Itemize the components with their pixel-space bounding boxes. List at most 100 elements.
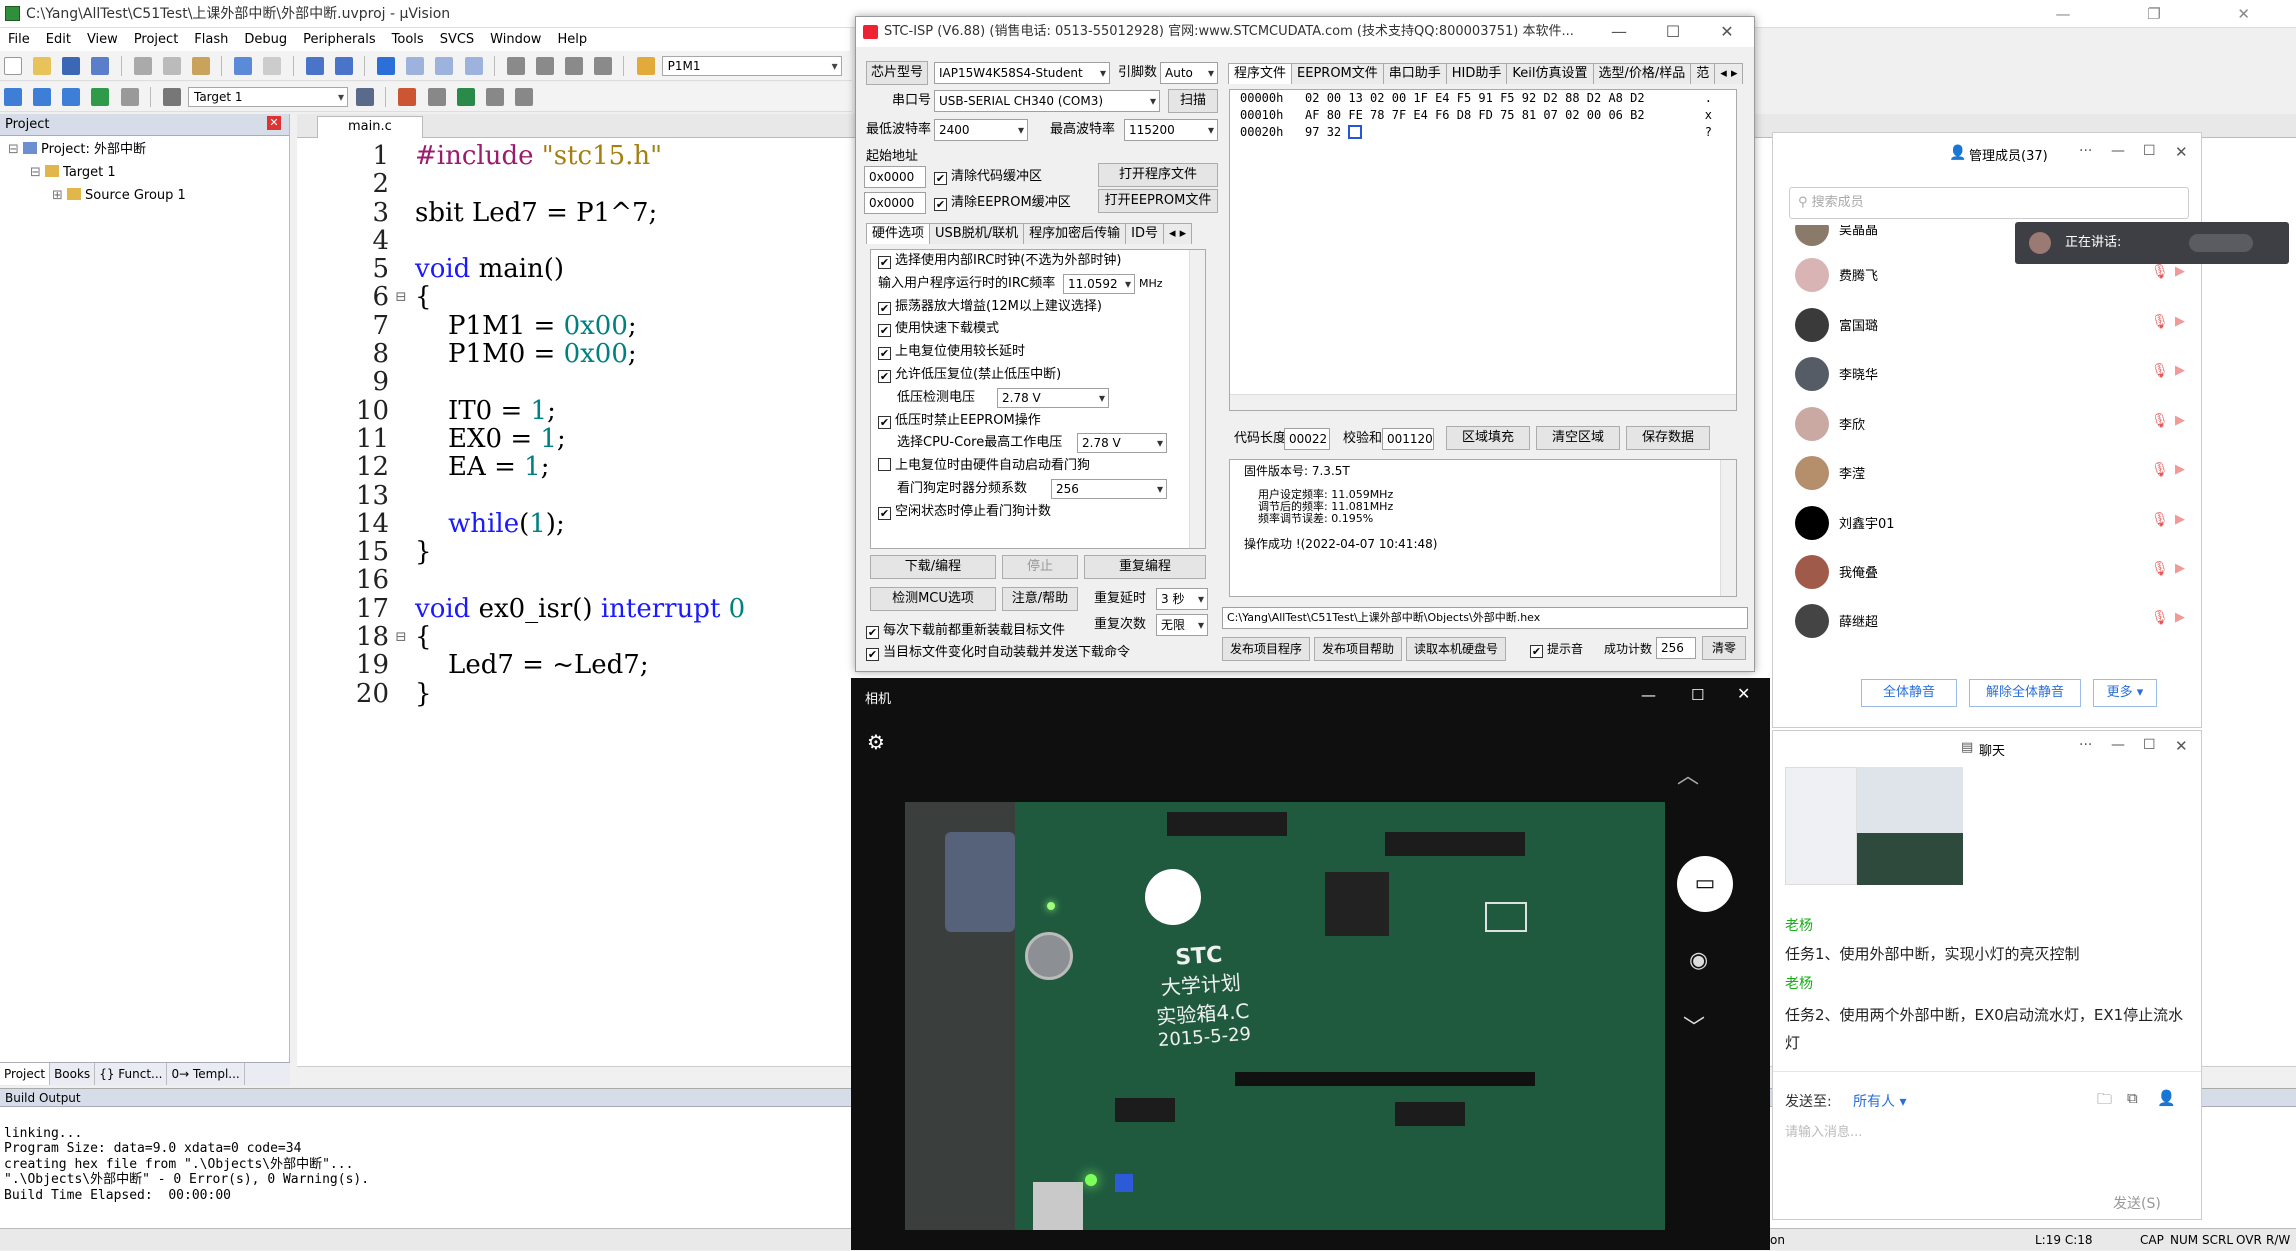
tab-templates[interactable]: 0→ Templ...	[167, 1063, 245, 1085]
tree-source-group[interactable]: ⊞ Source Group 1	[0, 184, 289, 207]
hw-option-row[interactable]: ✔ 空闲状态时停止看门狗计数	[871, 501, 1205, 524]
camera-off-icon[interactable]: ▶	[2175, 561, 2185, 576]
stop-button[interactable]: 停止	[1002, 555, 1078, 579]
checkbox-icon[interactable]: ✔	[878, 301, 891, 315]
chat-screenshot-thumb[interactable]	[1785, 767, 1857, 885]
build-icon[interactable]	[33, 88, 52, 106]
menu-project[interactable]: Project	[126, 28, 186, 51]
maximize-icon[interactable]: ☐	[2143, 737, 2156, 753]
irc-frequency-select[interactable]: 11.0592	[1063, 273, 1135, 294]
clear-code-check[interactable]: ✔ 清除代码缓冲区	[934, 167, 1042, 187]
scan-button[interactable]: 扫描	[1168, 89, 1218, 113]
tab-books[interactable]: Books	[50, 1063, 96, 1085]
cpu-voltage-select[interactable]: 2.78 V	[1077, 433, 1167, 454]
checkbox-icon[interactable]: ✔	[866, 626, 879, 639]
tab-scroll-arrows[interactable]: ◂ ▸	[1162, 223, 1193, 244]
checkbox-icon[interactable]: ✔	[878, 256, 891, 269]
menu-edit[interactable]: Edit	[38, 28, 79, 51]
checkbox-icon[interactable]: ✔	[878, 369, 891, 383]
checkbox-icon[interactable]: ✔	[934, 172, 947, 185]
checkbox-icon[interactable]: ✔	[1530, 645, 1543, 658]
member-item[interactable]: 李欣 🎙 ▶	[1795, 404, 2195, 444]
person-icon[interactable]: 👤	[2157, 1089, 2176, 1107]
eeprom-address-input[interactable]: 0x0000	[864, 192, 926, 214]
chevron-down-icon[interactable]: ﹀	[1683, 1010, 1705, 1042]
tab-selection-price[interactable]: 选型/价格/样品	[1592, 63, 1692, 84]
camera-off-icon[interactable]: ▶	[2175, 462, 2185, 477]
tab-keil-settings[interactable]: Keil仿真设置	[1506, 63, 1594, 84]
tab-usb-offline[interactable]: USB脱机/联机	[929, 223, 1025, 244]
mic-muted-icon[interactable]: 🎙	[2151, 512, 2169, 528]
close-icon[interactable]: ✕	[2175, 143, 2188, 161]
camera-off-icon[interactable]: ▶	[2175, 610, 2185, 625]
hw-options-scrollbar[interactable]	[1189, 250, 1205, 548]
unindent-icon[interactable]	[535, 57, 554, 75]
member-item[interactable]: 富国璐 🎙 ▶	[1795, 305, 2195, 345]
screenshot-icon[interactable]: ⧉	[2127, 1089, 2138, 1107]
camera-off-icon[interactable]: ▶	[2175, 363, 2185, 378]
member-item[interactable]: 我俺叠 🎙 ▶	[1795, 552, 2195, 592]
close-icon[interactable]: ✕	[1700, 17, 1754, 47]
clear-count-button[interactable]: 清零	[1702, 636, 1746, 660]
close-icon[interactable]: ✕	[1737, 684, 1750, 703]
checkbox-icon[interactable]: ✔	[878, 506, 891, 520]
hw-option-row[interactable]: ✔ 允许低压复位(禁止低压中断)	[871, 364, 1205, 387]
max-baud-select[interactable]: 115200	[1124, 119, 1218, 141]
beep-check[interactable]: ✔ 提示音	[1530, 639, 1583, 659]
close-icon[interactable]: ✕	[267, 116, 281, 130]
editor-tab-main-c[interactable]: main.c	[317, 116, 423, 138]
uvision-window-controls[interactable]: — ❐ ✕	[2055, 0, 2286, 28]
maximize-icon[interactable]: ☐	[1646, 17, 1700, 47]
indent-icon[interactable]	[506, 57, 525, 75]
copy-icon[interactable]	[162, 57, 181, 75]
more-actions-button[interactable]: 更多 ▾	[2093, 679, 2157, 707]
repeat-delay-select[interactable]: 3 秒	[1156, 588, 1208, 610]
settings-icon[interactable]: ⚙	[867, 730, 885, 754]
help-button[interactable]: 注意/帮助	[1002, 587, 1078, 611]
chat-input[interactable]: 请输入消息...	[1785, 1121, 1862, 1140]
open-eeprom-file-button[interactable]: 打开EEPROM文件	[1098, 189, 1218, 213]
member-item[interactable]: 李晓华 🎙 ▶	[1795, 354, 2195, 394]
close-icon[interactable]: ✕	[2175, 737, 2188, 755]
hex-viewer[interactable]: 00000h 02 00 13 02 00 1F E4 F5 91 F5 92 …	[1229, 89, 1737, 411]
bookmark-prev-icon[interactable]	[406, 57, 425, 75]
save-all-icon[interactable]	[91, 57, 110, 75]
auto-load-check[interactable]: ✔ 当目标文件变化时自动装载并发送下载命令	[866, 643, 1130, 663]
tab-more[interactable]: 范	[1690, 63, 1716, 84]
menu-flash[interactable]: Flash	[186, 28, 236, 51]
reload-each-check[interactable]: ✔ 每次下载前都重新装载目标文件	[866, 621, 1065, 641]
hw-option-row[interactable]: ✔ 选择使用内部IRC时钟(不选为外部时钟)	[871, 250, 1205, 273]
manage-components-icon[interactable]	[398, 88, 417, 106]
run-time-env-icon[interactable]	[514, 88, 533, 106]
checkbox-icon[interactable]: ✔	[878, 415, 891, 429]
more-icon[interactable]: ···	[2079, 737, 2092, 753]
log-scrollbar[interactable]	[1720, 460, 1736, 596]
pack-installer-icon[interactable]	[456, 88, 475, 106]
mic-muted-icon[interactable]: 🎙	[2151, 314, 2169, 330]
tab-id[interactable]: ID号	[1125, 223, 1164, 244]
camera-off-icon[interactable]: ▶	[2175, 512, 2185, 527]
member-item[interactable]: 刘鑫宇01 🎙 ▶	[1795, 503, 2195, 543]
tab-scroll-arrows[interactable]: ◂ ▸	[1714, 63, 1744, 84]
hex-cursor[interactable]	[1348, 125, 1363, 139]
bookmark-icon[interactable]	[377, 57, 396, 75]
find-in-files-icon[interactable]	[636, 57, 655, 75]
tab-encrypted-transfer[interactable]: 程序加密后传输	[1023, 223, 1127, 244]
checkbox-icon[interactable]: ✔	[878, 324, 891, 338]
target-options-icon[interactable]	[356, 88, 375, 106]
more-icon[interactable]: ···	[2079, 143, 2092, 159]
maximize-icon[interactable]: ☐	[2143, 143, 2156, 159]
paste-icon[interactable]	[191, 57, 210, 75]
mic-muted-icon[interactable]: 🎙	[2151, 610, 2169, 626]
checkbox-icon[interactable]	[878, 458, 891, 472]
fold-toggle-icon[interactable]: ⊟	[395, 283, 407, 311]
download-icon[interactable]	[162, 88, 181, 106]
tab-serial-assistant[interactable]: 串口助手	[1382, 63, 1447, 84]
video-record-button[interactable]: ▭	[1677, 856, 1733, 912]
download-program-button[interactable]: 下载/编程	[870, 555, 996, 579]
mic-muted-icon[interactable]: 🎙	[2151, 462, 2169, 478]
minimize-icon[interactable]: —	[1592, 17, 1646, 47]
wdt-divider-select[interactable]: 256	[1051, 478, 1167, 499]
chip-model-button[interactable]: 芯片型号	[866, 61, 928, 85]
mic-muted-icon[interactable]: 🎙	[2151, 264, 2169, 280]
